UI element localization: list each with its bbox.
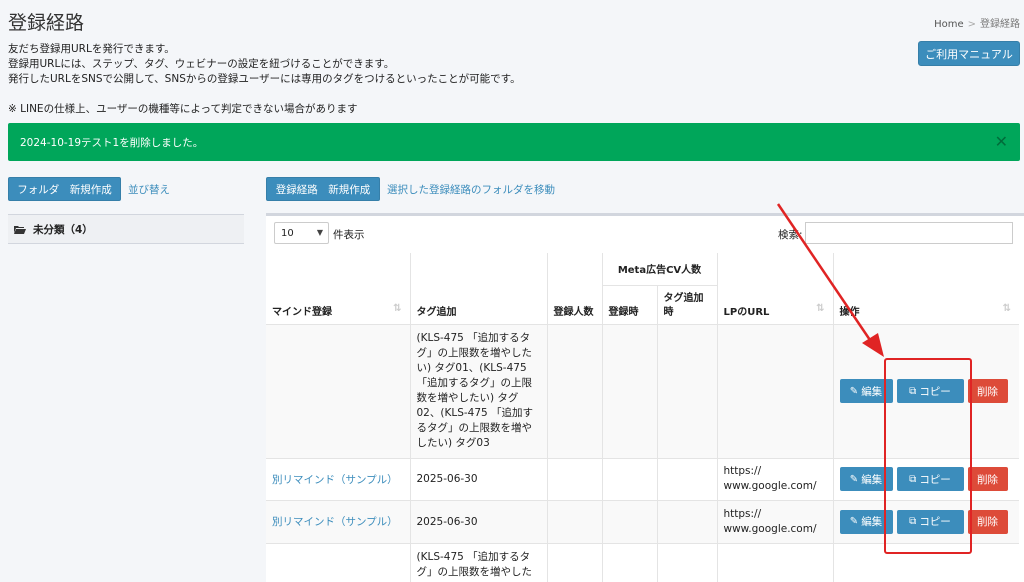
table-row: (KLS-475 「追加するタグ」の上限数を増やしたい) タグ01、(KLS-4… (266, 324, 1019, 459)
edit-button[interactable]: ✎ 編集 (839, 467, 893, 491)
lp-url-cell: https:// www.google.com/ (717, 458, 834, 501)
copy-button[interactable]: ⧉ コピー (896, 509, 964, 534)
col-remind[interactable]: マインド登録 ⇅ (266, 253, 411, 325)
edit-label: 編集 (861, 385, 883, 398)
remind-cell[interactable] (266, 324, 411, 459)
reg-time-cell (602, 500, 658, 544)
col-lp-url-label: LPのURL (723, 306, 770, 318)
remind-cell[interactable]: 別リマインド（サンプル） (266, 458, 411, 501)
folder-label: 未分類（4） (33, 223, 93, 236)
description-line: 発行したURLをSNSで公開して、SNSからの登録ユーザーには専用のタグをつける… (8, 73, 521, 85)
delete-button[interactable]: 削除 (967, 379, 1008, 403)
pencil-icon: ✎ (849, 385, 859, 397)
sort-folders-link[interactable]: 並び替え (128, 182, 170, 197)
lp-url-cell (717, 324, 834, 459)
breadcrumb: Home > 登録経路 (934, 15, 1020, 30)
col-lp-url[interactable]: LPのURL ⇅ (717, 253, 834, 325)
sort-icon: ⇅ (1002, 302, 1011, 314)
tag-time-cell (657, 324, 718, 459)
manual-button[interactable]: ご利用マニュアル (918, 41, 1020, 66)
new-route-button[interactable]: 登録経路 新規作成 (266, 177, 380, 201)
reg-count-cell (547, 500, 603, 544)
new-folder-button[interactable]: フォルダ 新規作成 (8, 177, 121, 201)
folder-open-icon (14, 225, 26, 234)
alert-message: 2024-10-19テスト1を削除しました。 (20, 136, 204, 149)
reg-time-cell (602, 324, 658, 459)
pencil-icon: ✎ (849, 516, 859, 527)
close-icon[interactable]: ✕ (995, 132, 1008, 151)
remind-cell[interactable] (266, 543, 411, 582)
page-length-label: 件表示 (333, 229, 365, 241)
page-description: 友だち登録用URLを発行できます。 登録用URLには、ステップ、タグ、ウェビナー… (8, 42, 521, 87)
move-folder-link[interactable]: 選択した登録経路のフォルダを移動 (387, 182, 555, 197)
col-ops-label: 操作 (839, 306, 860, 318)
edit-button[interactable]: ✎ 編集 (839, 379, 893, 403)
reg-count-cell (547, 324, 603, 459)
tag-text: (KLS-475 「追加するタグ」の上限数を増やしたい) タグ01、(KLS-4… (416, 332, 534, 449)
col-tag-time: タグ追加時 (657, 285, 718, 325)
copy-button[interactable]: ⧉ コピー (896, 467, 964, 491)
ops-cell: ✎ 編集 ⧉ コピー 削除 (833, 324, 1019, 459)
reg-time-cell (602, 458, 658, 501)
page-length-value: 10 (281, 227, 294, 239)
tag-time-cell (657, 543, 718, 582)
page-length-select[interactable]: 10 ▼ (274, 222, 329, 244)
ops-cell (833, 543, 1019, 582)
copy-icon: ⧉ (909, 385, 917, 397)
edit-label: 編集 (861, 473, 883, 486)
page-note: ※ LINEの仕様上、ユーザーの機種等によって判定できない場合があります (8, 103, 358, 115)
delete-button[interactable]: 削除 (967, 467, 1008, 491)
tag-cell: (KLS-475 「追加するタグ」の上限数を増やしたい) タグ01、(KLS-4… (410, 324, 548, 459)
tag-time-cell (657, 500, 718, 544)
routes-table: マインド登録 ⇅ タグ追加 登録人数 Meta広告CV人数 LPのURL ⇅ 操作 ⇅… (266, 253, 1019, 582)
breadcrumb-home[interactable]: Home (934, 19, 964, 30)
breadcrumb-current: 登録経路 (980, 19, 1020, 30)
remind-cell[interactable]: 別リマインド（サンプル） (266, 500, 411, 544)
sort-icon: ⇅ (393, 302, 402, 314)
reg-count-cell (547, 543, 603, 582)
col-remind-label: マインド登録 (272, 306, 332, 318)
reg-count-cell (547, 458, 603, 501)
col-meta-group: Meta広告CV人数 (602, 253, 718, 286)
col-ops[interactable]: 操作 ⇅ (833, 253, 1019, 325)
copy-icon: ⧉ (909, 473, 917, 485)
table-row: 別リマインド（サンプル） 2025-06-30 https:// www.goo… (266, 500, 1019, 544)
copy-label: コピー (919, 385, 951, 398)
col-reg-time: 登録時 (602, 285, 658, 325)
lp-url-cell (717, 543, 834, 582)
tag-cell: (KLS-475 「追加するタグ」の上限数を増やした (410, 543, 548, 582)
copy-label: コピー (919, 473, 951, 486)
table-row: (KLS-475 「追加するタグ」の上限数を増やした (266, 543, 1019, 582)
delete-button[interactable]: 削除 (967, 509, 1008, 534)
search-label: 検索: (778, 229, 803, 241)
sort-icon: ⇅ (816, 302, 825, 314)
col-reg-count: 登録人数 (547, 253, 603, 325)
header-row: マインド登録 ⇅ タグ追加 登録人数 Meta広告CV人数 LPのURL ⇅ 操作 ⇅ (266, 253, 1019, 325)
lp-url-cell: https:// www.google.com/ (717, 500, 834, 544)
table-row: 別リマインド（サンプル） 2025-06-30 https:// www.goo… (266, 458, 1019, 501)
search-input[interactable] (805, 222, 1013, 244)
tag-time-cell (657, 458, 718, 501)
tag-cell: 2025-06-30 (410, 458, 548, 501)
copy-button[interactable]: ⧉ コピー (896, 379, 964, 403)
success-alert: 2024-10-19テスト1を削除しました。 ✕ (8, 123, 1020, 161)
pencil-icon: ✎ (849, 473, 859, 485)
copy-label: コピー (919, 516, 951, 528)
chevron-down-icon: ▼ (316, 228, 323, 237)
description-line: 登録用URLには、ステップ、タグ、ウェビナーの設定を紐づけることができます。 (8, 58, 395, 70)
breadcrumb-separator: > (967, 19, 976, 30)
reg-time-cell (602, 543, 658, 582)
description-line: 友だち登録用URLを発行できます。 (8, 43, 175, 55)
edit-button[interactable]: ✎ 編集 (839, 509, 893, 534)
copy-icon: ⧉ (909, 516, 917, 527)
ops-cell: ✎ 編集 ⧉ コピー 削除 (833, 500, 1019, 544)
page-title: 登録経路 (8, 12, 85, 34)
ops-cell: ✎ 編集 ⧉ コピー 削除 (833, 458, 1019, 501)
edit-label: 編集 (861, 516, 883, 528)
tag-cell: 2025-06-30 (410, 500, 548, 544)
tag-text: (KLS-475 「追加するタグ」の上限数を増やした (416, 550, 533, 578)
col-tag-add: タグ追加 (410, 253, 548, 325)
folder-item-uncategorized[interactable]: 未分類（4） (8, 214, 244, 244)
